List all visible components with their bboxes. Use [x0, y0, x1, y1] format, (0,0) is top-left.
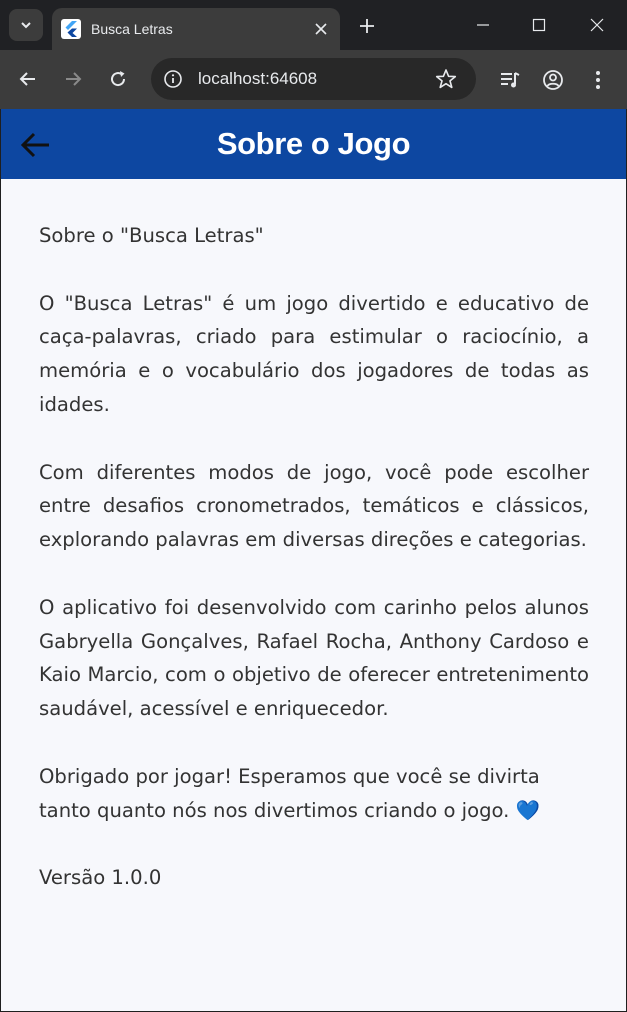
flutter-icon: [61, 19, 81, 39]
account-icon[interactable]: [540, 67, 566, 93]
arrow-left-icon[interactable]: [13, 64, 43, 94]
close-icon[interactable]: [310, 18, 332, 40]
arrow-left-icon: [20, 132, 49, 158]
paragraph-thanks: Obrigado por jogar! Esperamos que você s…: [39, 760, 589, 828]
paragraph-intro: O "Busca Letras" é um jogo divertido e e…: [39, 291, 589, 416]
paragraph-credits: O aplicativo foi desenvolvido com carinh…: [39, 595, 589, 721]
thanks-text: Obrigado por jogar! Esperamos que você s…: [39, 764, 540, 822]
about-text: Sobre o "Busca Letras" O "Busca Letras" …: [39, 219, 589, 895]
about-heading: Sobre o "Busca Letras": [39, 224, 264, 247]
url-text[interactable]: localhost:64608: [198, 69, 317, 89]
browser-tab[interactable]: Busca Letras: [52, 8, 340, 50]
chevron-down-icon: [21, 22, 31, 29]
info-icon[interactable]: [163, 69, 183, 89]
back-button[interactable]: [17, 127, 53, 163]
plus-icon[interactable]: [354, 13, 380, 39]
window-close-icon[interactable]: [582, 10, 612, 40]
address-bar[interactable]: localhost:64608: [151, 58, 476, 100]
browser-toolbar: localhost:64608: [0, 50, 627, 109]
about-content: Sobre o "Busca Letras" O "Busca Letras" …: [1, 179, 626, 1011]
app-bar: Sobre o Jogo: [1, 109, 626, 179]
arrow-right-icon[interactable]: [58, 64, 88, 94]
maximize-icon[interactable]: [524, 10, 554, 40]
tab-title: Busca Letras: [91, 21, 173, 37]
media-control-icon[interactable]: [497, 67, 523, 93]
star-icon[interactable]: [435, 68, 457, 90]
blue-heart-icon: 💙: [515, 798, 541, 822]
reload-icon[interactable]: [103, 64, 133, 94]
page-title: Sobre o Jogo: [216, 126, 411, 161]
minimize-icon[interactable]: [468, 10, 498, 40]
version-text: Versão 1.0.0: [39, 866, 162, 890]
tab-strip: Busca Letras: [0, 0, 627, 50]
tab-search-button[interactable]: [9, 9, 43, 41]
more-vertical-icon[interactable]: [585, 67, 611, 93]
paragraph-modes: Com diferentes modos de jogo, você pode …: [39, 460, 589, 552]
